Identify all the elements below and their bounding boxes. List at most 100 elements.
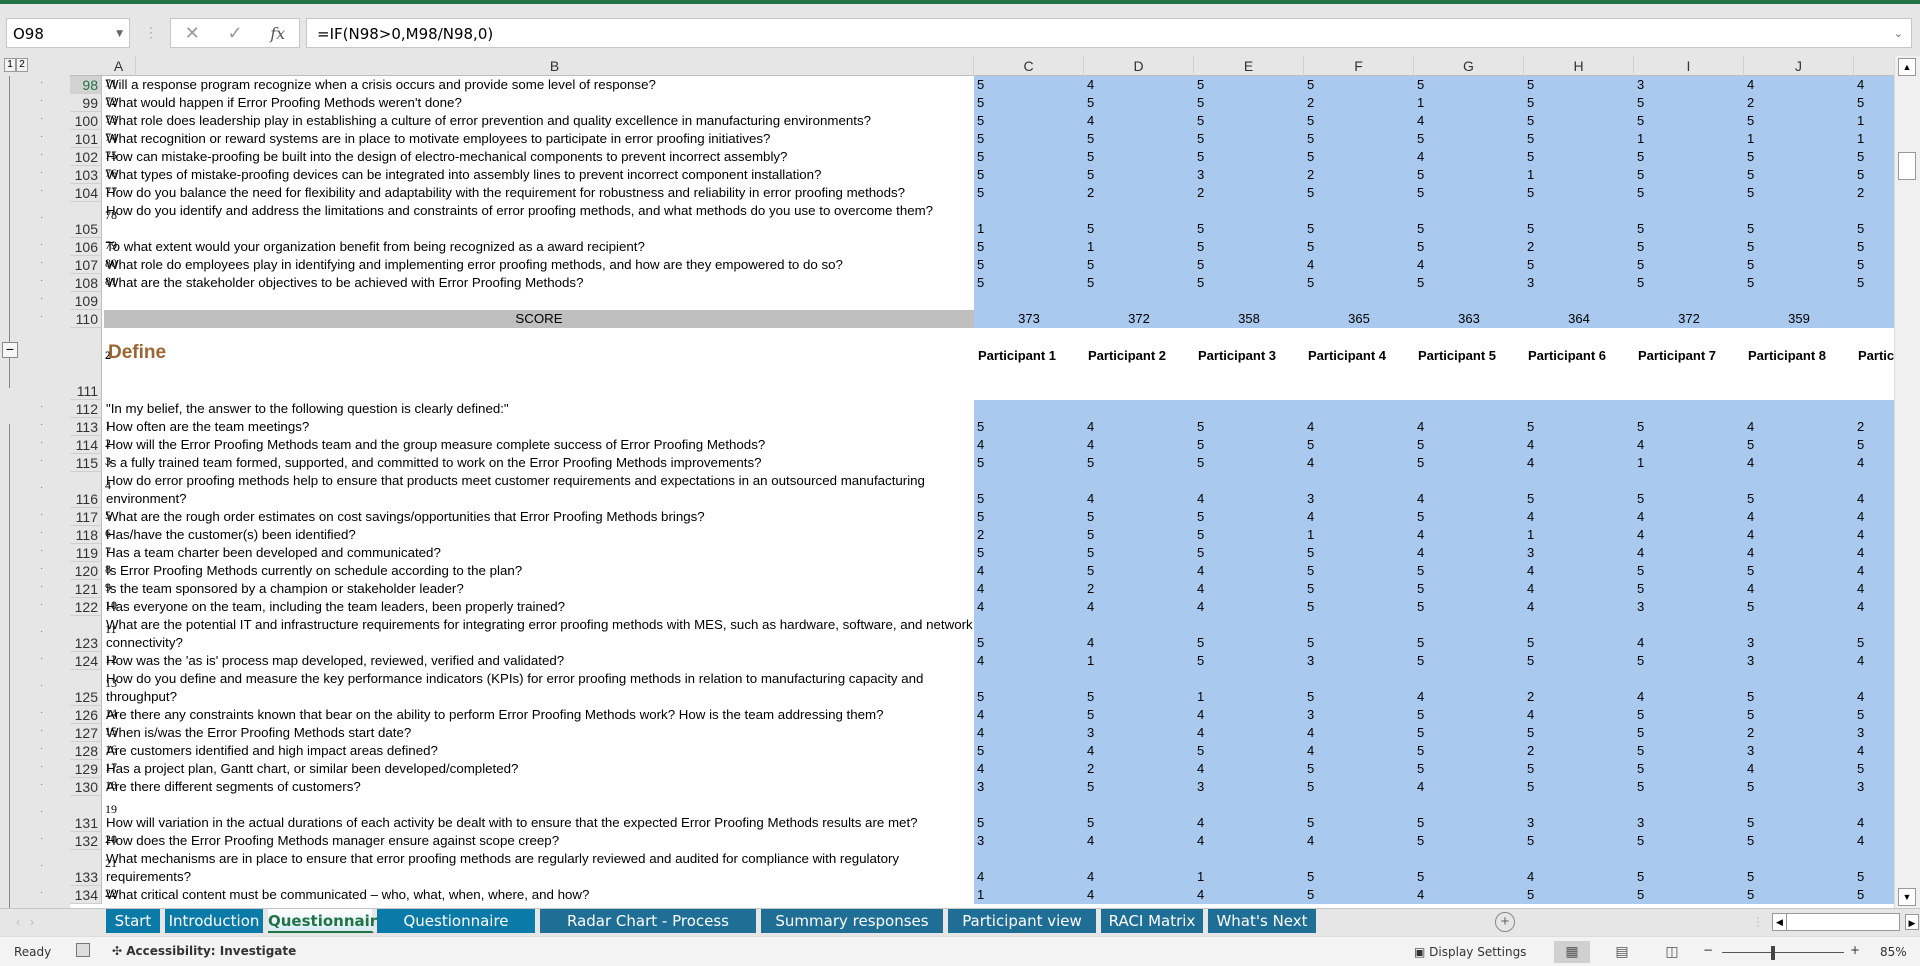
score-cell[interactable]: 5 — [1304, 274, 1414, 292]
worksheet-grid[interactable]: 1 2 A B C D E F G H I J 98 · 71 Will a resp… — [0, 56, 1920, 908]
score-cell[interactable]: 5 — [1414, 184, 1524, 202]
score-cell[interactable]: 1 — [1194, 688, 1304, 706]
score-cell[interactable]: 5 — [1634, 256, 1744, 274]
score-cell[interactable]: 5 — [974, 454, 1084, 472]
question-text[interactable]: How will variation in the actual duratio… — [106, 814, 974, 832]
participant-header[interactable]: Participant 3 — [1198, 348, 1306, 363]
insert-function-icon[interactable]: fx — [270, 24, 285, 43]
score-cell[interactable]: 5 — [1304, 112, 1414, 130]
score-cell[interactable]: 5 — [1414, 166, 1524, 184]
tab-split-grip-icon[interactable]: ⋮ — [1752, 915, 1764, 929]
score-cell[interactable]: 5 — [1304, 436, 1414, 454]
score-cell[interactable]: 4 — [1414, 778, 1524, 796]
score-cell[interactable]: 4 — [1524, 436, 1634, 454]
score-cell[interactable]: 5 — [1524, 220, 1634, 238]
score-cell[interactable]: 5 — [1084, 148, 1194, 166]
question-text[interactable]: How will the Error Proofing Methods team… — [106, 436, 974, 454]
question-text[interactable]: Is a fully trained team formed, supporte… — [106, 454, 974, 472]
row-header[interactable]: 101 — [70, 130, 102, 148]
score-cell[interactable]: 4 — [1194, 724, 1304, 742]
score-cell[interactable]: 5 — [974, 130, 1084, 148]
score-cell[interactable]: 4 — [1744, 526, 1854, 544]
participant-header[interactable]: Participant 1 — [978, 348, 1086, 363]
score-cell[interactable]: 3 — [974, 778, 1084, 796]
score-cell[interactable]: 5 — [1304, 868, 1414, 886]
score-cell[interactable]: 5 — [1524, 886, 1634, 904]
score-cell[interactable]: 5 — [1744, 490, 1854, 508]
question-text[interactable]: What are the potential IT and infrastruc… — [106, 616, 974, 652]
row-header[interactable]: 110 — [70, 310, 102, 328]
question-text[interactable]: How do error proofing methods help to en… — [106, 472, 974, 508]
score-cell[interactable]: 4 — [1084, 868, 1194, 886]
row-header[interactable]: 131 — [70, 796, 102, 832]
score-cell[interactable]: 5 — [974, 634, 1084, 652]
score-cell[interactable]: 5 — [974, 418, 1084, 436]
row-header[interactable]: 133 — [70, 850, 102, 886]
score-cell[interactable]: 2 — [1084, 184, 1194, 202]
score-cell[interactable]: 1 — [1414, 94, 1524, 112]
score-cell[interactable]: 5 — [1524, 112, 1634, 130]
score-cell[interactable]: 1 — [1194, 868, 1304, 886]
column-header-b[interactable]: B — [136, 56, 974, 76]
column-header-c[interactable]: C — [974, 56, 1084, 76]
score-cell[interactable]: 5 — [1524, 256, 1634, 274]
sheet-tab[interactable]: Summary responses — [761, 909, 945, 933]
scroll-down-icon[interactable]: ▼ — [1898, 888, 1916, 906]
score-cell[interactable]: 5 — [1304, 184, 1414, 202]
score-cell[interactable]: 5 — [1524, 760, 1634, 778]
formula-input[interactable]: =IF(N98>0,M98/N98,0) ⌄ — [306, 18, 1912, 48]
score-cell[interactable]: 5 — [1744, 598, 1854, 616]
score-cell[interactable]: 3 — [1194, 166, 1304, 184]
question-text[interactable]: Is the team sponsored by a champion or s… — [106, 580, 974, 598]
participant-header[interactable]: Participant 6 — [1528, 348, 1636, 363]
score-cell[interactable]: 3 — [1304, 652, 1414, 670]
display-settings-button[interactable]: ▣ Display Settings — [1414, 945, 1526, 959]
score-cell[interactable]: 4 — [1084, 490, 1194, 508]
enter-check-icon[interactable]: ✓ — [228, 23, 243, 44]
row-header[interactable]: 123 — [70, 616, 102, 652]
score-cell[interactable]: 1 — [1084, 652, 1194, 670]
score-cell[interactable]: 5 — [1634, 742, 1744, 760]
formula-bar-grip-icon[interactable]: ⋮ — [144, 24, 158, 41]
score-cell[interactable]: 4 — [1414, 886, 1524, 904]
score-cell[interactable]: 5 — [1744, 256, 1854, 274]
score-cell[interactable]: 1 — [1744, 130, 1854, 148]
score-cell[interactable]: 5 — [1414, 652, 1524, 670]
name-box[interactable]: O98 ▼ — [6, 18, 130, 48]
score-cell[interactable]: 5 — [1744, 814, 1854, 832]
score-cell[interactable]: 5 — [1084, 274, 1194, 292]
score-cell[interactable]: 5 — [974, 814, 1084, 832]
row-header[interactable]: 109 — [70, 292, 102, 310]
score-cell[interactable]: 5 — [1304, 598, 1414, 616]
score-cell[interactable]: 5 — [1744, 112, 1854, 130]
score-cell[interactable]: 5 — [974, 184, 1084, 202]
row-header[interactable]: 103 — [70, 166, 102, 184]
question-text[interactable]: When is/was the Error Proofing Methods s… — [106, 724, 974, 742]
accessibility-status[interactable]: ✣ Accessibility: Investigate — [112, 944, 296, 958]
score-cell[interactable]: 4 — [1304, 832, 1414, 850]
score-cell[interactable]: 4 — [974, 598, 1084, 616]
score-total[interactable]: 363 — [1414, 310, 1524, 328]
row-header[interactable]: 128 — [70, 742, 102, 760]
score-cell[interactable]: 5 — [1304, 778, 1414, 796]
score-cell[interactable]: 5 — [1304, 148, 1414, 166]
column-header-f[interactable]: F — [1304, 56, 1414, 76]
score-cell[interactable]: 5 — [1524, 76, 1634, 94]
score-cell[interactable]: 5 — [1304, 814, 1414, 832]
tab-scroll-arrows-icon[interactable]: ‹› — [16, 915, 44, 929]
vertical-scrollbar[interactable]: ▲ ▼ — [1894, 56, 1920, 908]
question-text[interactable]: How can mistake-proofing be built into t… — [106, 148, 974, 166]
participant-header[interactable]: Participant 5 — [1418, 348, 1526, 363]
score-cell[interactable]: 4 — [974, 760, 1084, 778]
question-text[interactable]: How does the Error Proofing Methods mana… — [106, 832, 974, 850]
score-cell[interactable]: 5 — [1414, 436, 1524, 454]
score-cell[interactable]: 4 — [1194, 598, 1304, 616]
score-cell[interactable]: 4 — [1084, 886, 1194, 904]
score-cell[interactable]: 4 — [1634, 634, 1744, 652]
question-text[interactable]: Are customers identified and high impact… — [106, 742, 974, 760]
participant-header[interactable]: Participant 4 — [1308, 348, 1416, 363]
score-cell[interactable]: 5 — [1194, 130, 1304, 148]
question-text[interactable]: Has/have the customer(s) been identified… — [106, 526, 974, 544]
score-cell[interactable]: 5 — [1524, 634, 1634, 652]
score-cell[interactable]: 5 — [1634, 652, 1744, 670]
